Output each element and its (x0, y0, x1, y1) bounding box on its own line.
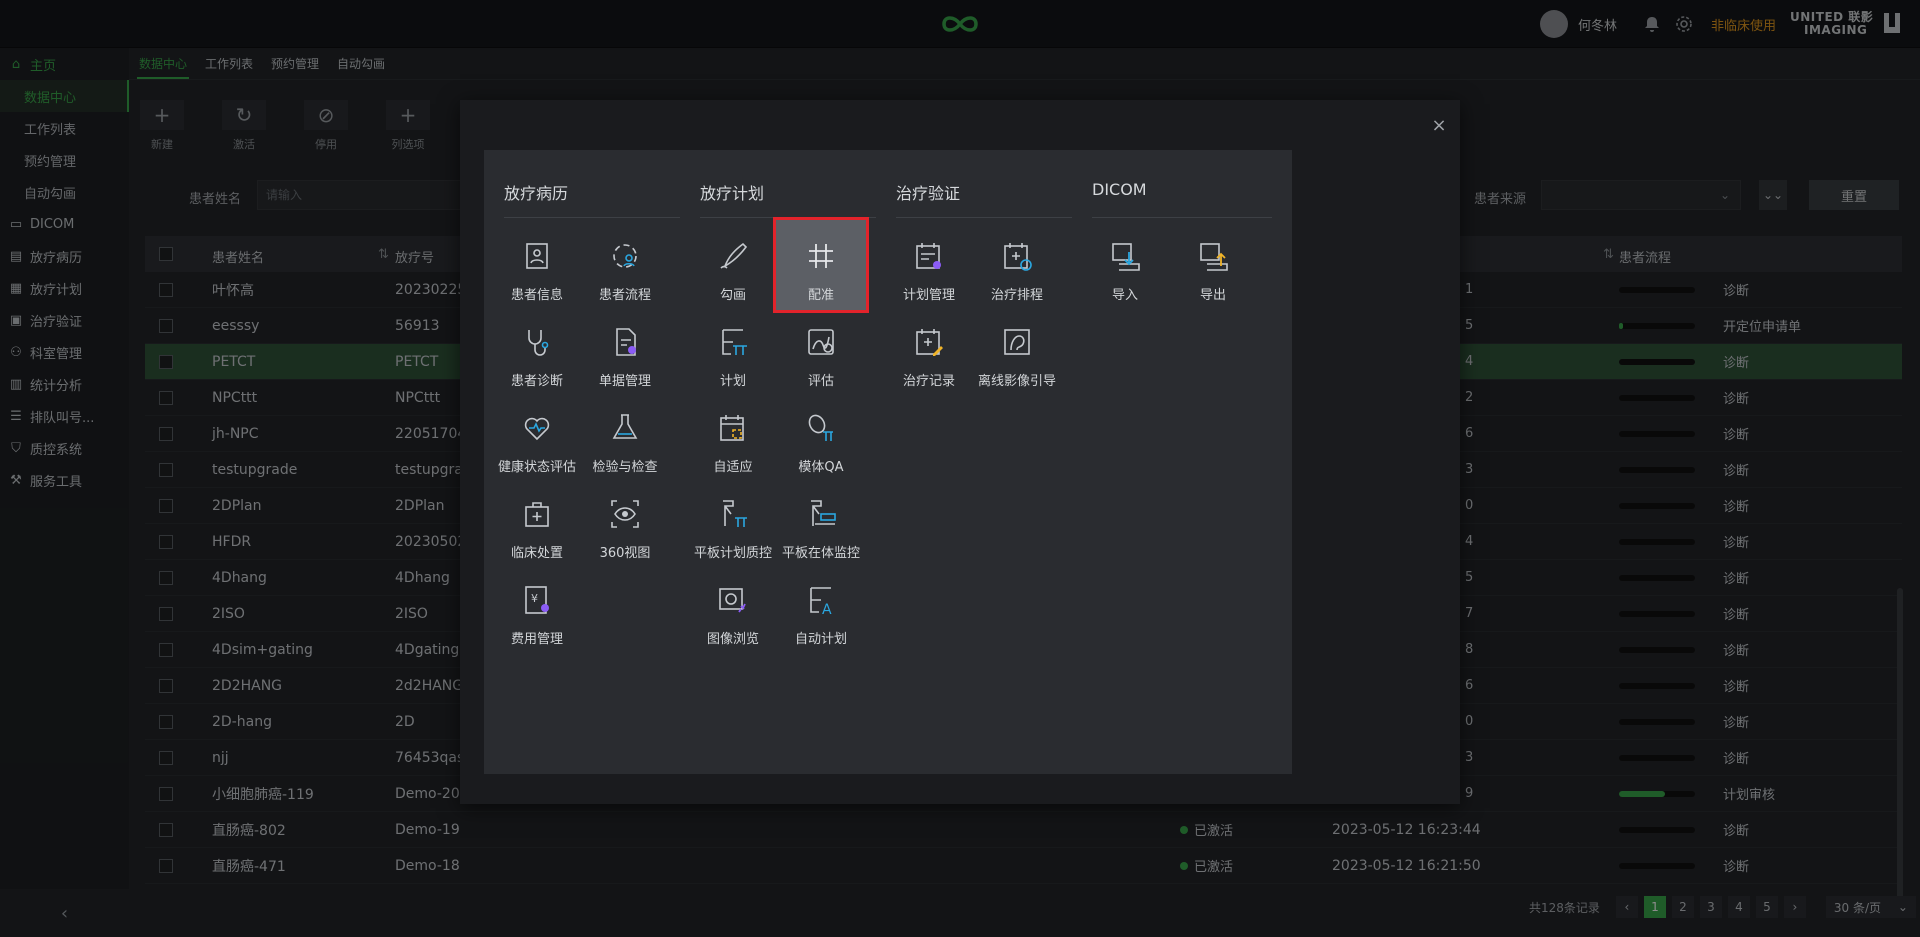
diagnosis-icon (528, 330, 549, 356)
section-title: DICOM (1092, 180, 1147, 199)
adaptive-icon (720, 415, 744, 441)
section-title: 放疗计划 (700, 184, 765, 203)
section-title: 放疗病历 (504, 184, 569, 203)
module-tile[interactable]: 模体QA (776, 392, 866, 482)
module-tile-label: 平板在体监控 (781, 546, 860, 561)
export-icon (1200, 243, 1228, 271)
registration-icon (809, 244, 833, 268)
eye-view-icon (611, 500, 639, 528)
module-tile-label: 单据管理 (598, 374, 651, 389)
svg-text:¥: ¥ (531, 592, 538, 605)
section-title: 治疗验证 (896, 184, 961, 203)
module-tile-label: 图像浏览 (706, 632, 759, 647)
phantom-qa-icon (808, 414, 833, 441)
plan-manage-icon (916, 243, 941, 269)
auto-plan-icon: A (810, 587, 832, 618)
module-tile[interactable]: 勾画 (688, 220, 778, 310)
module-tile[interactable]: A 自动计划 (776, 564, 866, 654)
offline-igrt-icon (1004, 329, 1030, 355)
health-icon (524, 417, 550, 441)
module-tile-label: 离线影像引导 (977, 374, 1056, 389)
module-tile-label: 计划 (719, 374, 746, 389)
svg-text:A: A (822, 602, 832, 618)
module-tile-label: 自动计划 (794, 632, 847, 647)
module-tile[interactable]: 治疗记录 (884, 306, 974, 396)
module-tile[interactable]: 临床处置 (492, 478, 582, 568)
module-tile[interactable]: 配准 (773, 217, 869, 313)
module-tile-label: 评估 (807, 374, 834, 389)
module-tile-label: 健康状态评估 (497, 460, 576, 475)
section-panel-plan: 放疗计划勾画 配准计划 评估自适应 模体QA 平板计划质控 平板在体监控图像浏览 A 自动计划 (680, 150, 900, 774)
close-icon[interactable]: × (1428, 114, 1450, 136)
module-tile[interactable]: 图像浏览 (688, 564, 778, 654)
module-tile-label: 患者信息 (510, 288, 563, 303)
module-tile[interactable]: 患者诊断 (492, 306, 582, 396)
document-icon (616, 328, 636, 356)
module-tile-label: 费用管理 (510, 632, 563, 647)
clinic-icon (525, 502, 549, 527)
treatment-record-icon (916, 329, 943, 356)
section-panel-dicom: DICOM 导入 导出 (1072, 150, 1292, 774)
schedule-icon (1004, 243, 1032, 271)
section-panel-records: 放疗病历患者信息 患者流程患者诊断 单据管理健康状态评估 检验与检查临床处置 360视图… (484, 150, 704, 774)
plan-icon (722, 329, 747, 355)
module-tile-label: 临床处置 (510, 546, 563, 561)
module-tile[interactable]: 平板在体监控 (776, 478, 866, 568)
module-tile[interactable]: 治疗排程 (972, 220, 1062, 310)
flask-icon (612, 414, 638, 439)
panel-monitor-icon (811, 500, 836, 526)
module-tile-label: 自适应 (713, 460, 753, 475)
module-tile[interactable]: 导入 (1080, 220, 1170, 310)
patient-flow-icon (613, 244, 637, 268)
module-tile[interactable]: 评估 (776, 306, 866, 396)
module-tile[interactable]: ¥ 费用管理 (492, 564, 582, 654)
patient-info-icon (526, 243, 548, 269)
module-tile[interactable]: 离线影像引导 (972, 306, 1062, 396)
module-tile[interactable]: 计划管理 (884, 220, 974, 310)
module-tile-label: 患者流程 (598, 288, 651, 303)
module-tile-label: 治疗排程 (990, 288, 1043, 303)
module-tile[interactable]: 导出 (1168, 220, 1258, 310)
module-tile[interactable]: 患者信息 (492, 220, 582, 310)
module-tile[interactable]: 患者流程 (580, 220, 670, 310)
module-tile-label: 检验与检查 (592, 460, 658, 475)
module-tile-label: 患者诊断 (510, 374, 563, 389)
section-divider (1092, 217, 1272, 218)
module-tile[interactable]: 健康状态评估 (492, 392, 582, 482)
module-tile-label: 导出 (1199, 288, 1226, 303)
module-tile-label: 计划管理 (902, 288, 955, 303)
module-tile-label: 勾画 (719, 288, 746, 303)
module-tile[interactable]: 检验与检查 (580, 392, 670, 482)
panel-plan-qc-icon (723, 500, 747, 527)
module-tile-label: 360视图 (599, 546, 651, 561)
module-tile[interactable]: 自适应 (688, 392, 778, 482)
import-icon (1112, 243, 1140, 271)
module-tile[interactable]: 计划 (688, 306, 778, 396)
module-tile-label: 治疗记录 (902, 374, 955, 389)
section-panel-verification: 治疗验证计划管理 治疗排程治疗记录 离线影像引导 (876, 150, 1096, 774)
section-divider (504, 217, 684, 218)
contour-icon (720, 242, 748, 269)
module-tile-label: 平板计划质控 (693, 546, 772, 561)
module-tile[interactable]: 单据管理 (580, 306, 670, 396)
evaluate-icon (808, 329, 834, 355)
image-browse-icon (719, 588, 746, 613)
module-tile-label: 导入 (1111, 288, 1138, 303)
module-launcher-dialog: × 放疗病历患者信息 患者流程患者诊断 单据管理健康状态评估 检验与检查临床处置 360… (460, 100, 1460, 804)
module-tile[interactable]: 360视图 (580, 478, 670, 568)
module-tile-label: 模体QA (798, 460, 844, 475)
fee-icon: ¥ (525, 586, 549, 614)
section-divider (700, 217, 880, 218)
section-divider (896, 217, 1076, 218)
module-tile-label: 配准 (807, 288, 834, 303)
module-tile[interactable]: 平板计划质控 (688, 478, 778, 568)
